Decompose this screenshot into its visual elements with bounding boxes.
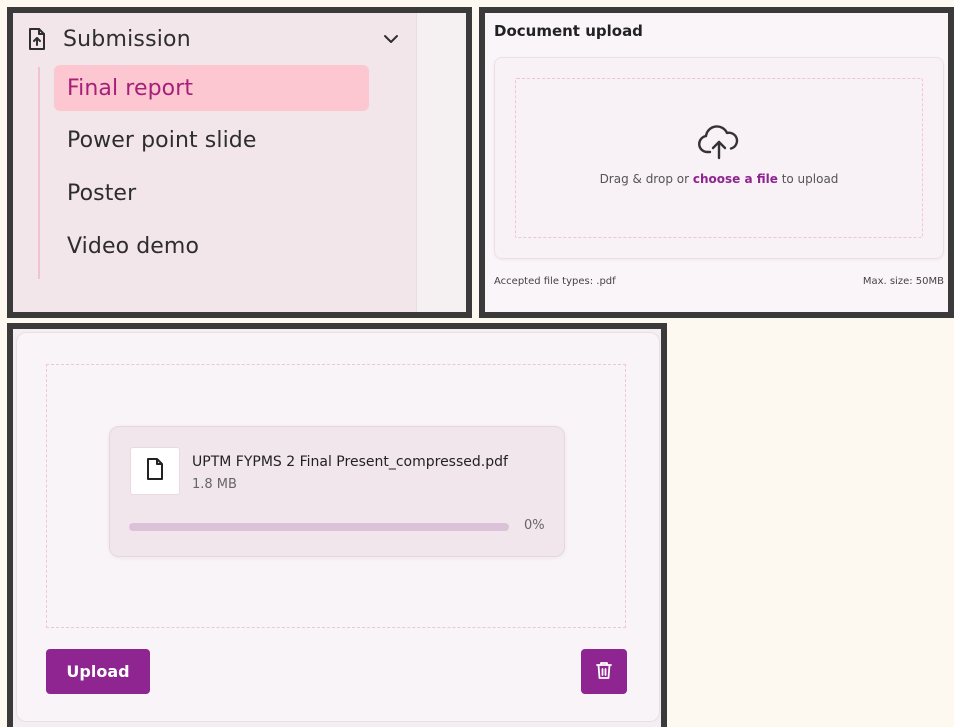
nav-item-video-demo[interactable]: Video demo	[54, 223, 369, 269]
file-icon-box	[130, 447, 180, 495]
nav-item-power-point-slide[interactable]: Power point slide	[54, 117, 369, 163]
upload-button[interactable]: Upload	[46, 649, 150, 694]
max-file-size: Max. size: 50MB	[862, 276, 944, 287]
nav-item-poster[interactable]: Poster	[54, 170, 369, 216]
submission-menu: Submission Final report Power point slid…	[13, 13, 416, 312]
document-upload-title: Document upload	[494, 22, 643, 40]
chevron-down-icon[interactable]	[379, 27, 403, 51]
selected-file-item: UPTM FYPMS 2 Final Present_compressed.pd…	[109, 426, 565, 557]
file-card: UPTM FYPMS 2 Final Present_compressed.pd…	[16, 332, 660, 722]
nav-right-strip	[416, 13, 466, 312]
nav-tree-line	[38, 67, 40, 279]
drop-instruction: Drag & drop or choose a file to upload	[516, 172, 922, 186]
file-drop-area[interactable]: UPTM FYPMS 2 Final Present_compressed.pd…	[46, 364, 626, 628]
file-upload-icon	[25, 27, 49, 51]
cloud-upload-icon	[697, 123, 741, 163]
submission-nav-panel: Submission Final report Power point slid…	[7, 7, 472, 318]
upload-card: Drag & drop or choose a file to upload	[494, 57, 944, 259]
trash-icon	[595, 660, 613, 683]
file-upload-panel: UPTM FYPMS 2 Final Present_compressed.pd…	[7, 323, 667, 727]
file-size: 1.8 MB	[192, 477, 237, 492]
document-icon	[144, 457, 166, 485]
submission-section-header[interactable]: Submission	[25, 23, 403, 55]
document-upload-panel: Document upload Drag & drop or choose a …	[479, 7, 954, 318]
file-name: UPTM FYPMS 2 Final Present_compressed.pd…	[192, 454, 508, 470]
drop-text-suffix: to upload	[777, 172, 839, 186]
drop-text-prefix: Drag & drop or	[599, 172, 693, 186]
nav-item-final-report[interactable]: Final report	[54, 65, 369, 111]
submission-section-title: Submission	[63, 26, 191, 52]
delete-file-button[interactable]	[581, 649, 627, 694]
file-drop-zone[interactable]: Drag & drop or choose a file to upload	[515, 78, 923, 238]
upload-progress-label: 0%	[524, 518, 545, 533]
upload-progress-bar	[129, 523, 509, 531]
choose-file-link[interactable]: choose a file	[693, 172, 778, 186]
accepted-file-types: Accepted file types: .pdf	[494, 276, 616, 287]
